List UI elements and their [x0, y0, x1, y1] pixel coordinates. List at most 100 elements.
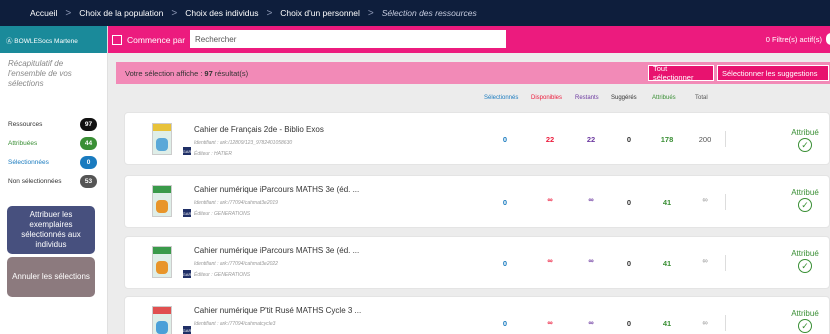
resource-title[interactable]: Cahier numérique iParcours MATHS 3e (éd.… — [194, 246, 359, 255]
status-attribue: Attribué ✓ — [780, 128, 830, 152]
cancel-selection-button[interactable]: Annuler les sélections — [7, 257, 95, 297]
stat-label: Sélectionnées — [8, 159, 49, 166]
value-total: ∞ — [702, 318, 708, 327]
resource-identifier: Identifiant : ark:/77094/cahmatcycle3 — [194, 321, 276, 327]
col-total: Total — [695, 95, 708, 101]
gar-badge-icon: GAR — [182, 209, 192, 217]
stat-ressources: Ressources 97 — [0, 115, 107, 134]
starts-with-label: Commence par — [127, 34, 186, 45]
filter-toggle[interactable] — [826, 33, 830, 45]
breadcrumb-separator: > — [266, 7, 273, 19]
divider — [725, 315, 726, 331]
count-badge: 53 — [80, 175, 97, 188]
value-available: 22 — [545, 135, 555, 144]
book-cover — [152, 123, 172, 155]
status-label: Attribué — [791, 249, 819, 258]
sidebar: Ⓐ BOWLESocs Martene Récapitulatif de l'e… — [0, 26, 108, 334]
value-available: ∞ — [547, 195, 553, 204]
value-selected: 0 — [502, 259, 508, 268]
value-total: ∞ — [702, 195, 708, 204]
user-name[interactable]: Ⓐ BOWLESocs Martene — [0, 26, 107, 53]
count-badge: 44 — [80, 137, 97, 150]
stat-label: Non sélectionnées — [8, 178, 62, 185]
breadcrumb-individus[interactable]: Choix des individus — [185, 8, 258, 18]
breadcrumb-separator: > — [65, 7, 72, 19]
check-circle-icon: ✓ — [798, 198, 812, 212]
search-input[interactable] — [190, 30, 506, 48]
select-suggestions-button[interactable]: Sélectionner les suggestions — [717, 65, 829, 81]
active-filters-link[interactable]: 0 Filtre(s) actif(s) — [766, 35, 822, 44]
value-total: ∞ — [702, 256, 708, 265]
resource-card[interactable]: GAR Cahier numérique P'tit Rusé MATHS Cy… — [124, 296, 830, 334]
result-count: 97 — [204, 68, 213, 78]
book-cover — [152, 306, 172, 334]
resource-title[interactable]: Cahier de Français 2de - Biblio Exos — [194, 125, 324, 134]
value-remaining: ∞ — [588, 256, 594, 265]
assign-button[interactable]: Attribuer les exemplaires sélectionnés a… — [7, 206, 95, 254]
resource-card[interactable]: GAR Cahier numérique iParcours MATHS 3e … — [124, 175, 830, 228]
count-badge: 97 — [80, 118, 97, 131]
stat-attribuees: Attribuées 44 — [0, 134, 107, 153]
value-available: ∞ — [547, 256, 553, 265]
value-suggested: 0 — [626, 198, 632, 207]
banner-prefix: Votre sélection affiche : — [125, 68, 203, 78]
resource-editor: Éditeur : GENERATIONS — [194, 272, 251, 278]
stat-label: Attribuées — [8, 140, 38, 147]
status-label: Attribué — [791, 128, 819, 137]
resource-title[interactable]: Cahier numérique P'tit Rusé MATHS Cycle … — [194, 306, 361, 315]
banner-suffix: résultat(s) — [214, 68, 249, 78]
value-assigned: 41 — [662, 259, 672, 268]
col-attribues: Attribués — [652, 95, 676, 101]
resource-editor: Éditeur : HATIER — [194, 151, 232, 157]
value-suggested: 0 — [626, 135, 632, 144]
divider — [725, 131, 726, 147]
resource-card[interactable]: GAR Cahier numérique iParcours MATHS 3e … — [124, 236, 830, 289]
col-disponibles: Disponibles — [531, 95, 563, 101]
selection-banner: Votre sélection affiche : 97 résultat(s)… — [116, 62, 830, 84]
book-cover — [152, 246, 172, 278]
search-bar: Commence par 0 Filtre(s) actif(s) — [108, 26, 830, 53]
col-selectionnes: Sélectionnés — [484, 95, 519, 101]
status-label: Attribué — [791, 309, 819, 318]
value-assigned: 41 — [662, 319, 672, 328]
stat-label: Ressources — [8, 121, 43, 128]
breadcrumb-personnel[interactable]: Choix d'un personnel — [280, 8, 360, 18]
value-assigned: 41 — [662, 198, 672, 207]
col-restants: Restants — [575, 95, 599, 101]
gar-badge-icon: GAR — [182, 326, 192, 334]
status-attribue: Attribué ✓ — [780, 249, 830, 273]
recap-title: Récapitulatif de l'ensemble de vos sélec… — [8, 59, 72, 88]
resource-card[interactable]: GAR Cahier de Français 2de - Biblio Exos… — [124, 112, 830, 165]
stat-selectionnees: Sélectionnées 0 — [0, 153, 107, 172]
value-selected: 0 — [502, 198, 508, 207]
breadcrumb-separator: > — [171, 7, 178, 19]
stat-non-selectionnees: Non sélectionnées 53 — [0, 172, 107, 191]
value-selected: 0 — [502, 135, 508, 144]
select-all-button[interactable]: Tout sélectionner — [648, 64, 714, 82]
status-label: Attribué — [791, 188, 819, 197]
resource-editor: Éditeur : GENERATIONS — [194, 211, 251, 217]
value-suggested: 0 — [626, 319, 632, 328]
breadcrumb-separator: > — [367, 7, 374, 19]
status-attribue: Attribué ✓ — [780, 309, 830, 333]
breadcrumb-current: Sélection des ressources — [381, 8, 477, 18]
gar-badge-icon: GAR — [182, 270, 192, 278]
count-badge: 0 — [80, 156, 97, 169]
resource-title[interactable]: Cahier numérique iParcours MATHS 3e (éd.… — [194, 185, 359, 194]
check-circle-icon: ✓ — [798, 319, 812, 333]
breadcrumb-accueil[interactable]: Accueil — [30, 8, 57, 18]
value-total: 200 — [698, 135, 712, 144]
breadcrumb-population[interactable]: Choix de la population — [79, 8, 163, 18]
check-circle-icon: ✓ — [798, 138, 812, 152]
resource-identifier: Identifiant : ark:/77094/cahmat3e2019 — [194, 200, 278, 206]
gar-badge-icon: GAR — [182, 147, 192, 155]
starts-with-checkbox[interactable] — [112, 34, 122, 45]
status-attribue: Attribué ✓ — [780, 188, 830, 212]
value-remaining: 22 — [586, 135, 596, 144]
col-suggeres: Suggérés — [611, 95, 637, 101]
value-available: ∞ — [547, 318, 553, 327]
book-cover — [152, 185, 172, 217]
value-assigned: 178 — [660, 135, 674, 144]
value-suggested: 0 — [626, 259, 632, 268]
resource-identifier: Identifiant : ark:/77094/cahmat3e2022 — [194, 261, 278, 267]
